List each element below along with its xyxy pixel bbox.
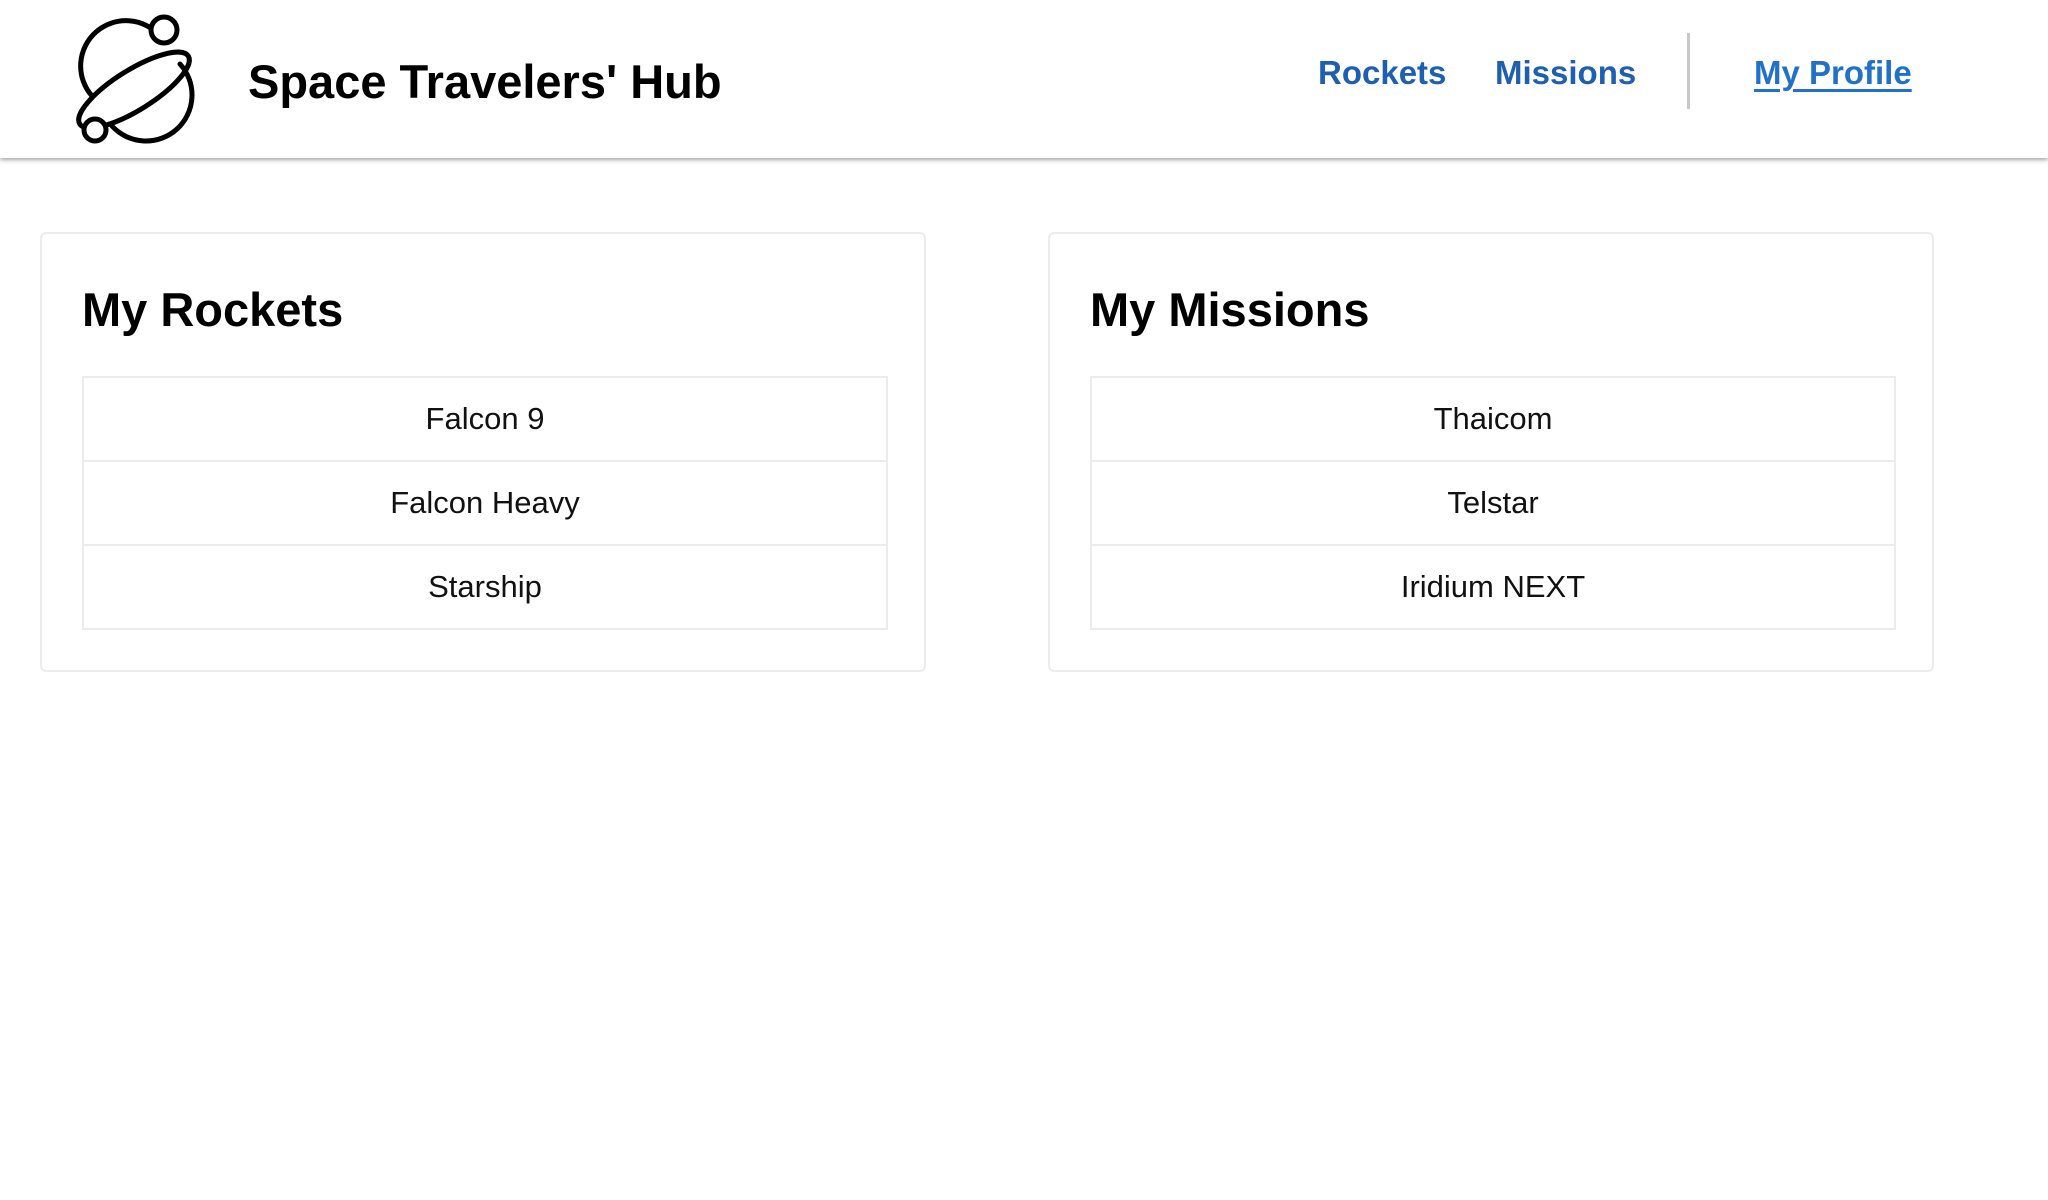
my-missions-title: My Missions [1090,283,1370,336]
rocket-list-item: Falcon Heavy [82,460,888,546]
my-rockets-list: Falcon 9 Falcon Heavy Starship [82,376,888,630]
nav-link-rockets[interactable]: Rockets [1318,50,1446,96]
nav-link-missions[interactable]: Missions [1495,50,1636,96]
my-missions-card: My Missions Thaicom Telstar Iridium NEXT [1048,232,1934,672]
rocket-list-item: Falcon 9 [82,376,888,462]
nav-link-my-profile[interactable]: My Profile [1754,50,1912,96]
mission-list-item: Iridium NEXT [1090,544,1896,630]
nav-divider [1687,33,1690,109]
my-rockets-card: My Rockets Falcon 9 Falcon Heavy Starshi… [40,232,926,672]
brand-title: Space Travelers' Hub [248,55,722,108]
mission-list-item: Thaicom [1090,376,1896,462]
rocket-list-item: Starship [82,544,888,630]
mission-list-item: Telstar [1090,460,1896,546]
my-rockets-title: My Rockets [82,283,344,336]
my-missions-list: Thaicom Telstar Iridium NEXT [1090,376,1896,630]
planet-logo-icon[interactable] [72,14,204,144]
app-header: Space Travelers' Hub Rockets Missions My… [0,0,2048,158]
